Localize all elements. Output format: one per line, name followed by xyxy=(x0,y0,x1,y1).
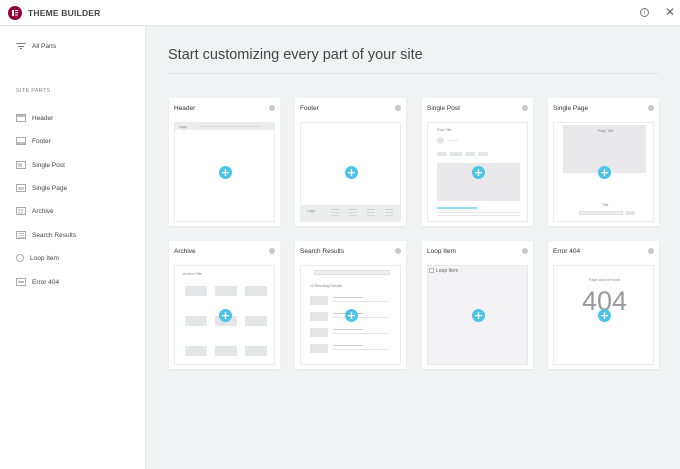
sidebar-item-label: Search Results xyxy=(32,231,77,239)
add-icon[interactable]: + xyxy=(598,309,611,322)
card-single-page[interactable]: Single Page Page Title Title + xyxy=(548,98,659,226)
loop-item-icon xyxy=(16,254,24,262)
sidebar-item-label: Single Post xyxy=(32,161,65,169)
card-title: Search Results xyxy=(300,247,345,255)
info-icon[interactable] xyxy=(395,248,401,254)
info-icon[interactable] xyxy=(522,248,528,254)
app-title: THEME BUILDER xyxy=(28,7,101,18)
preview-error-text: Page was not found xyxy=(589,278,620,282)
info-icon[interactable] xyxy=(395,105,401,111)
preview-title: Title xyxy=(602,203,609,207)
sidebar-item-error-404[interactable]: Error 404 xyxy=(16,276,59,288)
single-post-icon xyxy=(16,161,26,169)
card-loop-item[interactable]: Loop Item Loop Item + xyxy=(422,241,533,369)
card-title: Single Post xyxy=(427,104,460,112)
close-icon[interactable]: ✕ xyxy=(665,5,675,19)
single-page-icon xyxy=(16,184,26,192)
card-title: Loop Item xyxy=(427,247,456,255)
sidebar-section-label: SITE PARTS xyxy=(16,88,51,94)
sidebar-item-label: Loop Item xyxy=(30,254,59,262)
preview-loop-item-alt: Loop Item xyxy=(436,268,459,274)
card-title: Error 404 xyxy=(553,247,581,255)
card-single-post[interactable]: Single Post Post Title + xyxy=(422,98,533,226)
wifi-icon xyxy=(16,42,26,50)
info-icon[interactable]: i xyxy=(640,8,649,17)
info-icon[interactable] xyxy=(648,105,654,111)
sidebar-item-all-parts[interactable]: All Parts xyxy=(16,42,56,50)
sidebar-item-label: Single Page xyxy=(32,184,68,192)
sidebar-item-label: Error 404 xyxy=(32,278,60,286)
card-title: Archive xyxy=(174,247,196,255)
card-error-404[interactable]: Error 404 Page was not found 404 + xyxy=(548,241,659,369)
add-icon[interactable]: + xyxy=(598,166,611,179)
sidebar-item-label: Header xyxy=(32,114,54,122)
sidebar-item-label: Archive xyxy=(32,207,54,215)
elementor-logo-icon xyxy=(8,5,22,20)
sidebar: All Parts SITE PARTS Header Footer Singl… xyxy=(0,26,146,469)
preview-logo: Logo xyxy=(307,209,315,213)
error-404-icon xyxy=(16,278,26,286)
top-bar: THEME BUILDER i ✕ xyxy=(0,0,680,26)
card-title: Single Page xyxy=(553,104,589,112)
sidebar-item-label: All Parts xyxy=(32,42,57,50)
preview-archive-title: Archive Title xyxy=(183,272,203,276)
search-results-icon xyxy=(16,231,26,239)
broken-image-icon xyxy=(429,268,434,273)
card-title: Header xyxy=(174,104,196,112)
sidebar-item-label: Footer xyxy=(32,137,51,145)
card-footer[interactable]: Footer Logo + xyxy=(295,98,406,226)
footer-icon xyxy=(16,137,26,145)
divider xyxy=(168,73,658,74)
sidebar-item-archive[interactable]: Archive xyxy=(16,205,54,217)
preview-post-title: Post Title xyxy=(437,128,452,132)
card-header[interactable]: Header Logo + xyxy=(169,98,280,226)
archive-icon xyxy=(16,207,26,215)
add-icon[interactable]: + xyxy=(472,309,485,322)
card-search-results[interactable]: Search Results 12 Resulting Results + xyxy=(295,241,406,369)
card-archive[interactable]: Archive Archive Title + xyxy=(169,241,280,369)
add-icon[interactable]: + xyxy=(219,309,232,322)
header-icon xyxy=(16,114,26,122)
sidebar-item-header[interactable]: Header xyxy=(16,112,53,124)
add-icon[interactable]: + xyxy=(219,166,232,179)
sidebar-item-footer[interactable]: Footer xyxy=(16,135,51,147)
add-icon[interactable]: + xyxy=(345,309,358,322)
preview-page-title: Page Title xyxy=(598,129,614,133)
page-title: Start customizing every part of your sit… xyxy=(168,47,423,63)
card-title: Footer xyxy=(300,104,319,112)
info-icon[interactable] xyxy=(269,105,275,111)
sidebar-item-search-results[interactable]: Search Results xyxy=(16,229,76,241)
preview-logo: Logo xyxy=(179,124,187,129)
info-icon[interactable] xyxy=(648,248,654,254)
sidebar-item-single-page[interactable]: Single Page xyxy=(16,182,67,194)
info-icon[interactable] xyxy=(269,248,275,254)
add-icon[interactable]: + xyxy=(472,166,485,179)
preview-search-results: 12 Resulting Results xyxy=(310,284,343,288)
add-icon[interactable]: + xyxy=(345,166,358,179)
sidebar-item-loop-item[interactable]: Loop Item xyxy=(16,252,59,264)
sidebar-item-single-post[interactable]: Single Post xyxy=(16,159,65,171)
info-icon[interactable] xyxy=(522,105,528,111)
